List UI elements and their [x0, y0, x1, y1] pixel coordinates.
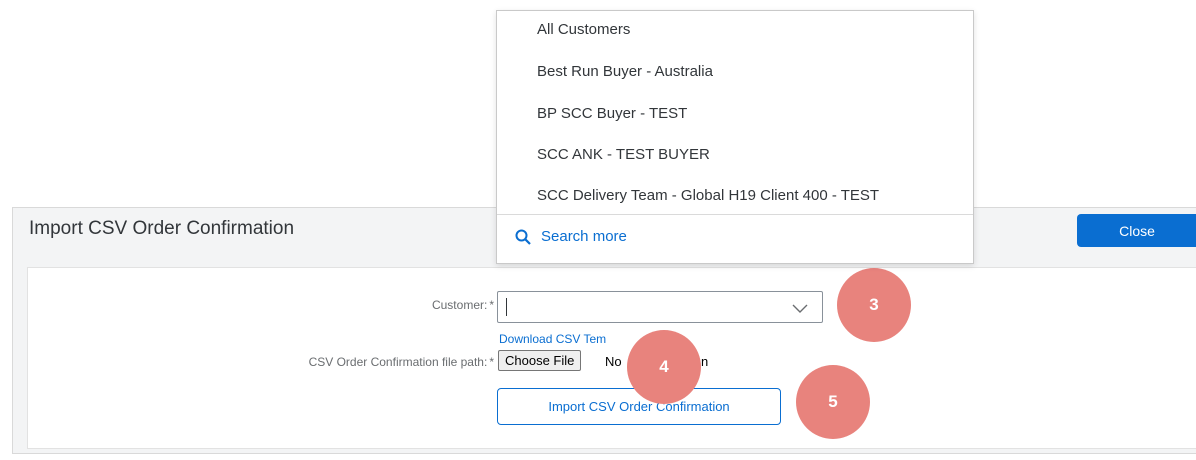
required-mark: * — [489, 298, 494, 312]
dropdown-item-best-run-buyer[interactable]: Best Run Buyer - Australia — [537, 63, 713, 80]
step-badge-4: 4 — [627, 330, 701, 404]
close-button[interactable]: Close — [1077, 214, 1196, 247]
dropdown-item-scc-delivery-team[interactable]: SCC Delivery Team - Global H19 Client 40… — [537, 187, 879, 204]
dropdown-item-scc-ank[interactable]: SCC ANK - TEST BUYER — [537, 146, 710, 163]
customer-label: Customer: * — [380, 298, 494, 312]
dialog-title: Import CSV Order Confirmation — [29, 218, 295, 239]
dropdown-item-all-customers[interactable]: All Customers — [537, 21, 630, 38]
file-path-label: CSV Order Confirmation file path: * — [200, 355, 494, 369]
customer-dropdown: All Customers Best Run Buyer - Australia… — [496, 10, 974, 264]
customer-select[interactable] — [497, 291, 823, 323]
dropdown-divider — [497, 214, 973, 215]
dropdown-item-bp-scc-buyer[interactable]: BP SCC Buyer - TEST — [537, 105, 687, 122]
search-icon — [515, 229, 531, 245]
step-badge-3: 3 — [837, 268, 911, 342]
search-more-link[interactable]: Search more — [515, 228, 627, 245]
step-badge-5: 5 — [796, 365, 870, 439]
search-more-label: Search more — [541, 228, 627, 245]
choose-file-button[interactable]: Choose File — [498, 350, 582, 371]
chevron-down-icon[interactable] — [792, 301, 808, 319]
file-status-tail: n — [701, 354, 709, 369]
file-path-label-text: CSV Order Confirmation file path: — [308, 355, 488, 369]
required-mark: * — [489, 355, 494, 369]
download-csv-template-link[interactable]: Download CSV Tem — [499, 332, 606, 346]
customer-label-text: Customer: — [431, 298, 488, 312]
text-caret — [506, 298, 507, 316]
file-status-text: No — [605, 354, 622, 369]
